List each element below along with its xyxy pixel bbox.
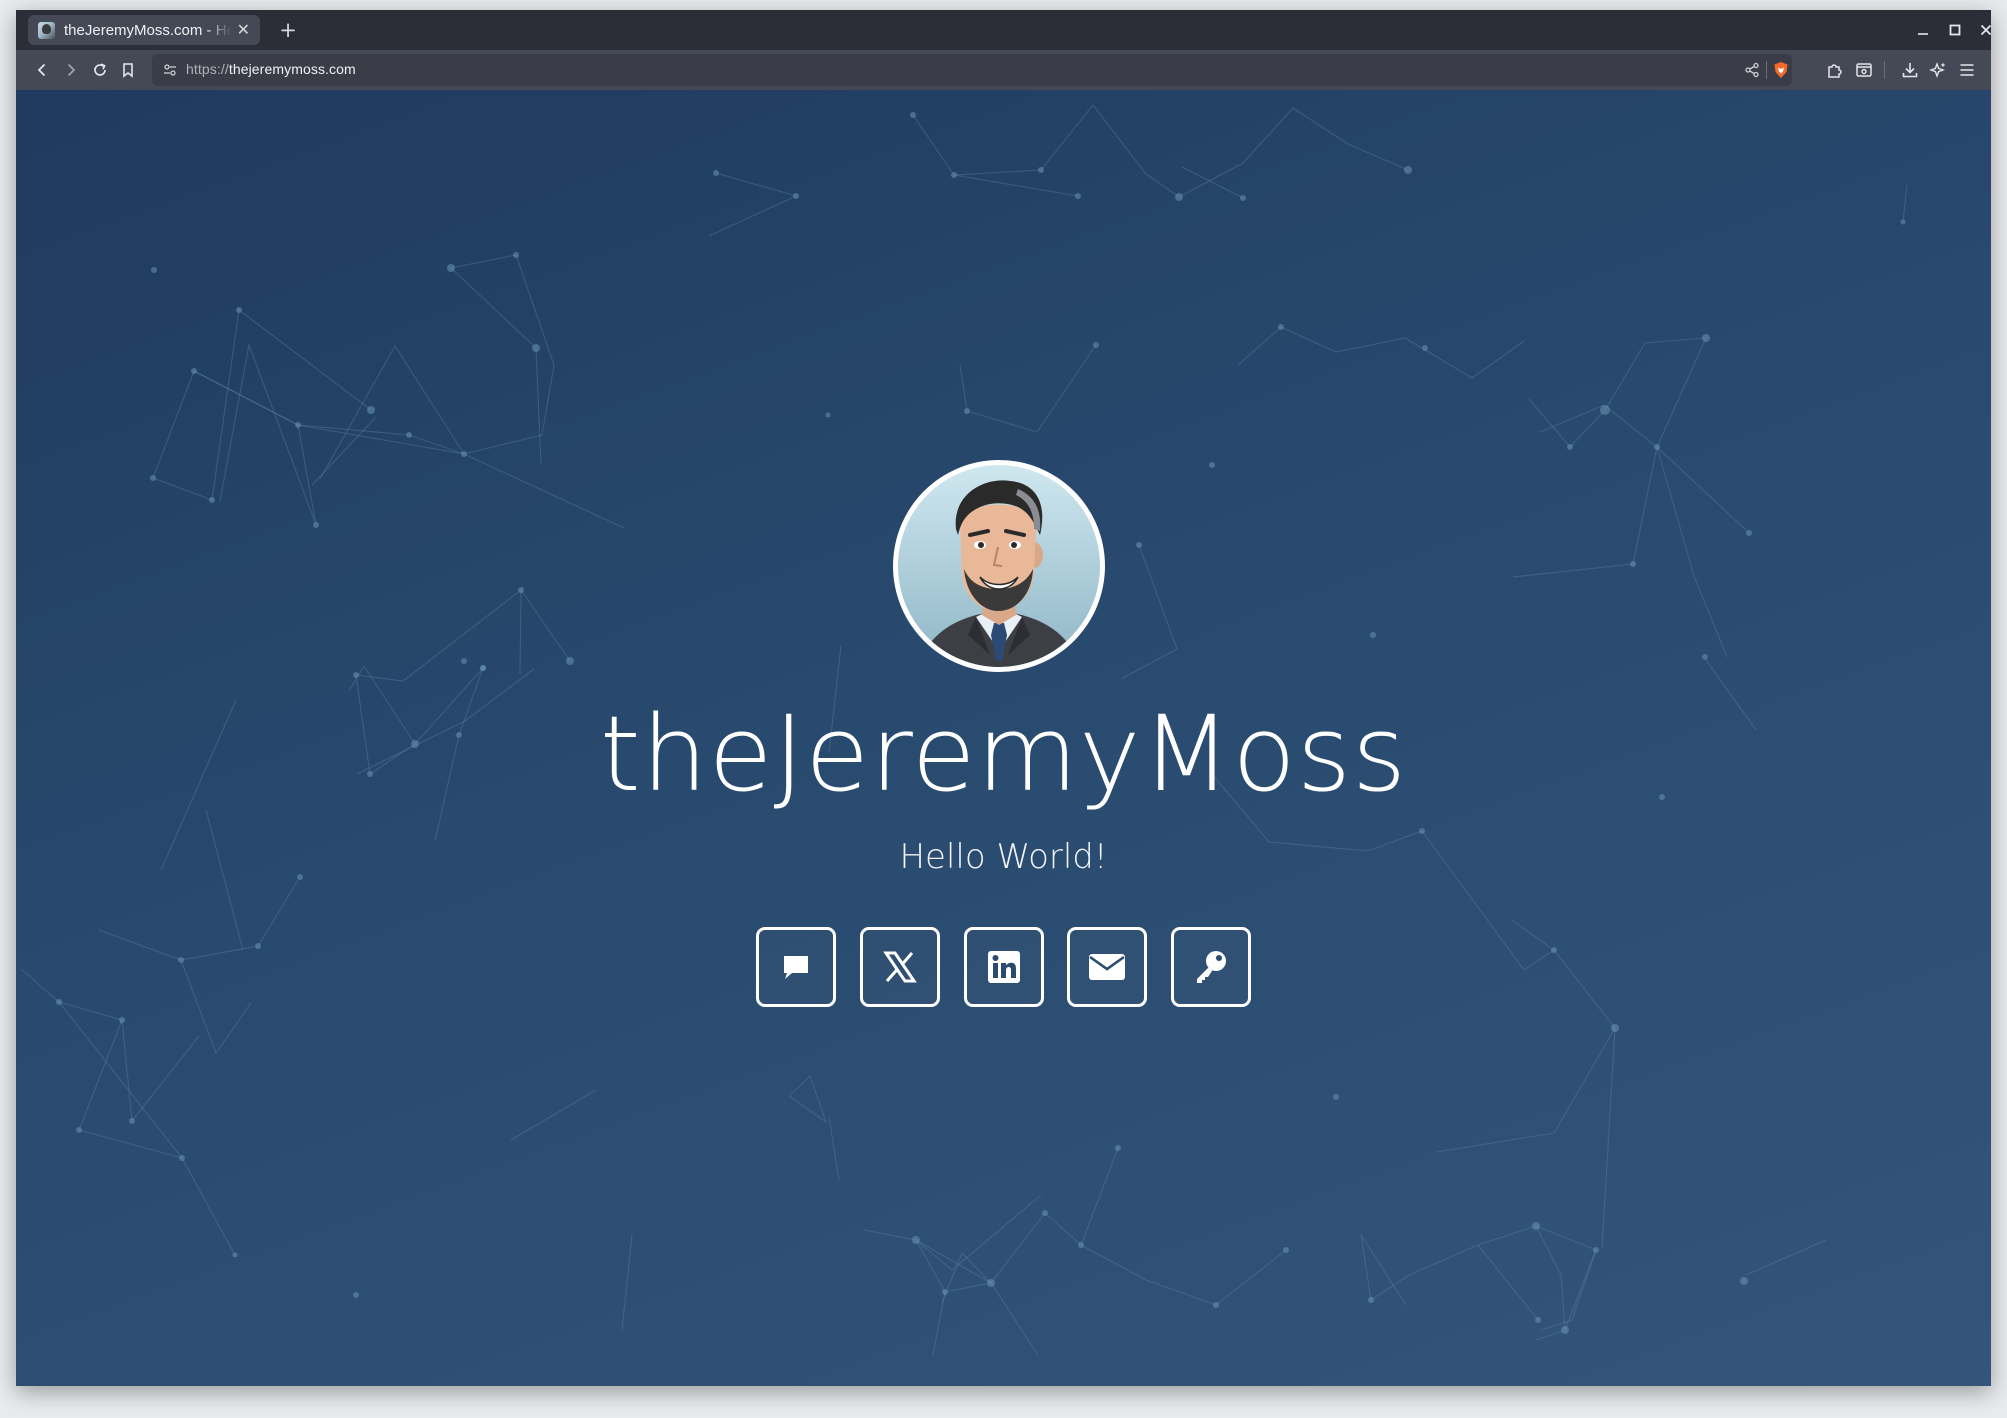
url-scheme: https://: [186, 61, 229, 77]
cartoon-portrait-image: [898, 465, 1100, 667]
envelope-icon: [1089, 954, 1126, 980]
menu-button[interactable]: [1955, 58, 1979, 82]
maximize-button[interactable]: [1941, 18, 1969, 42]
page-viewport: theJeremyMoss Hello World!: [16, 90, 1991, 1386]
wallet-button[interactable]: [1852, 58, 1876, 82]
tab-close-icon[interactable]: ✕: [237, 22, 250, 38]
x-logo-icon: [882, 951, 917, 983]
key-link-button[interactable]: [1171, 927, 1251, 1007]
browser-window: theJeremyMoss.com - Hello World! ✕ +: [16, 10, 1991, 1386]
forward-button[interactable]: [59, 58, 83, 82]
tab-title: theJeremyMoss.com - Hello World!: [64, 21, 231, 39]
site-favicon-icon: [38, 21, 55, 39]
minimize-button[interactable]: [1909, 18, 1937, 42]
chat-bubble-icon: [784, 956, 808, 979]
email-link-button[interactable]: [1067, 927, 1148, 1007]
new-tab-button[interactable]: +: [276, 18, 300, 42]
linkedin-icon: [987, 951, 1020, 983]
leo-ai-button[interactable]: [1926, 58, 1950, 82]
bookmark-button[interactable]: [116, 58, 140, 82]
extensions-button[interactable]: [1823, 58, 1847, 82]
downloads-button[interactable]: [1898, 58, 1922, 82]
x-link-button[interactable]: [859, 927, 940, 1007]
chat-link-button[interactable]: [756, 927, 836, 1007]
social-links: [756, 927, 1251, 1011]
share-icon[interactable]: [1744, 62, 1760, 82]
tab-strip: theJeremyMoss.com - Hello World! ✕ +: [16, 10, 1991, 50]
navigation-toolbar: https://thejeremymoss.com: [16, 50, 1991, 90]
toolbar-separator: [1884, 61, 1885, 79]
linkedin-link-button[interactable]: [963, 927, 1044, 1007]
reload-button[interactable]: [88, 58, 112, 82]
back-button[interactable]: [30, 58, 54, 82]
url-text: https://thejeremymoss.com: [186, 61, 356, 77]
url-host: thejeremymoss.com: [228, 61, 356, 77]
key-icon: [1197, 951, 1226, 983]
site-info-icon[interactable]: [162, 62, 178, 82]
urlbar-separator: [1766, 61, 1767, 79]
address-bar[interactable]: https://thejeremymoss.com: [152, 54, 1792, 86]
profile-avatar: [893, 460, 1105, 672]
brave-shields-icon[interactable]: [1772, 61, 1790, 83]
tagline: Hello World!: [899, 837, 1108, 877]
site-title: theJeremyMoss: [599, 693, 1408, 815]
active-tab[interactable]: theJeremyMoss.com - Hello World! ✕: [28, 15, 260, 45]
close-window-button[interactable]: [1972, 18, 1991, 42]
